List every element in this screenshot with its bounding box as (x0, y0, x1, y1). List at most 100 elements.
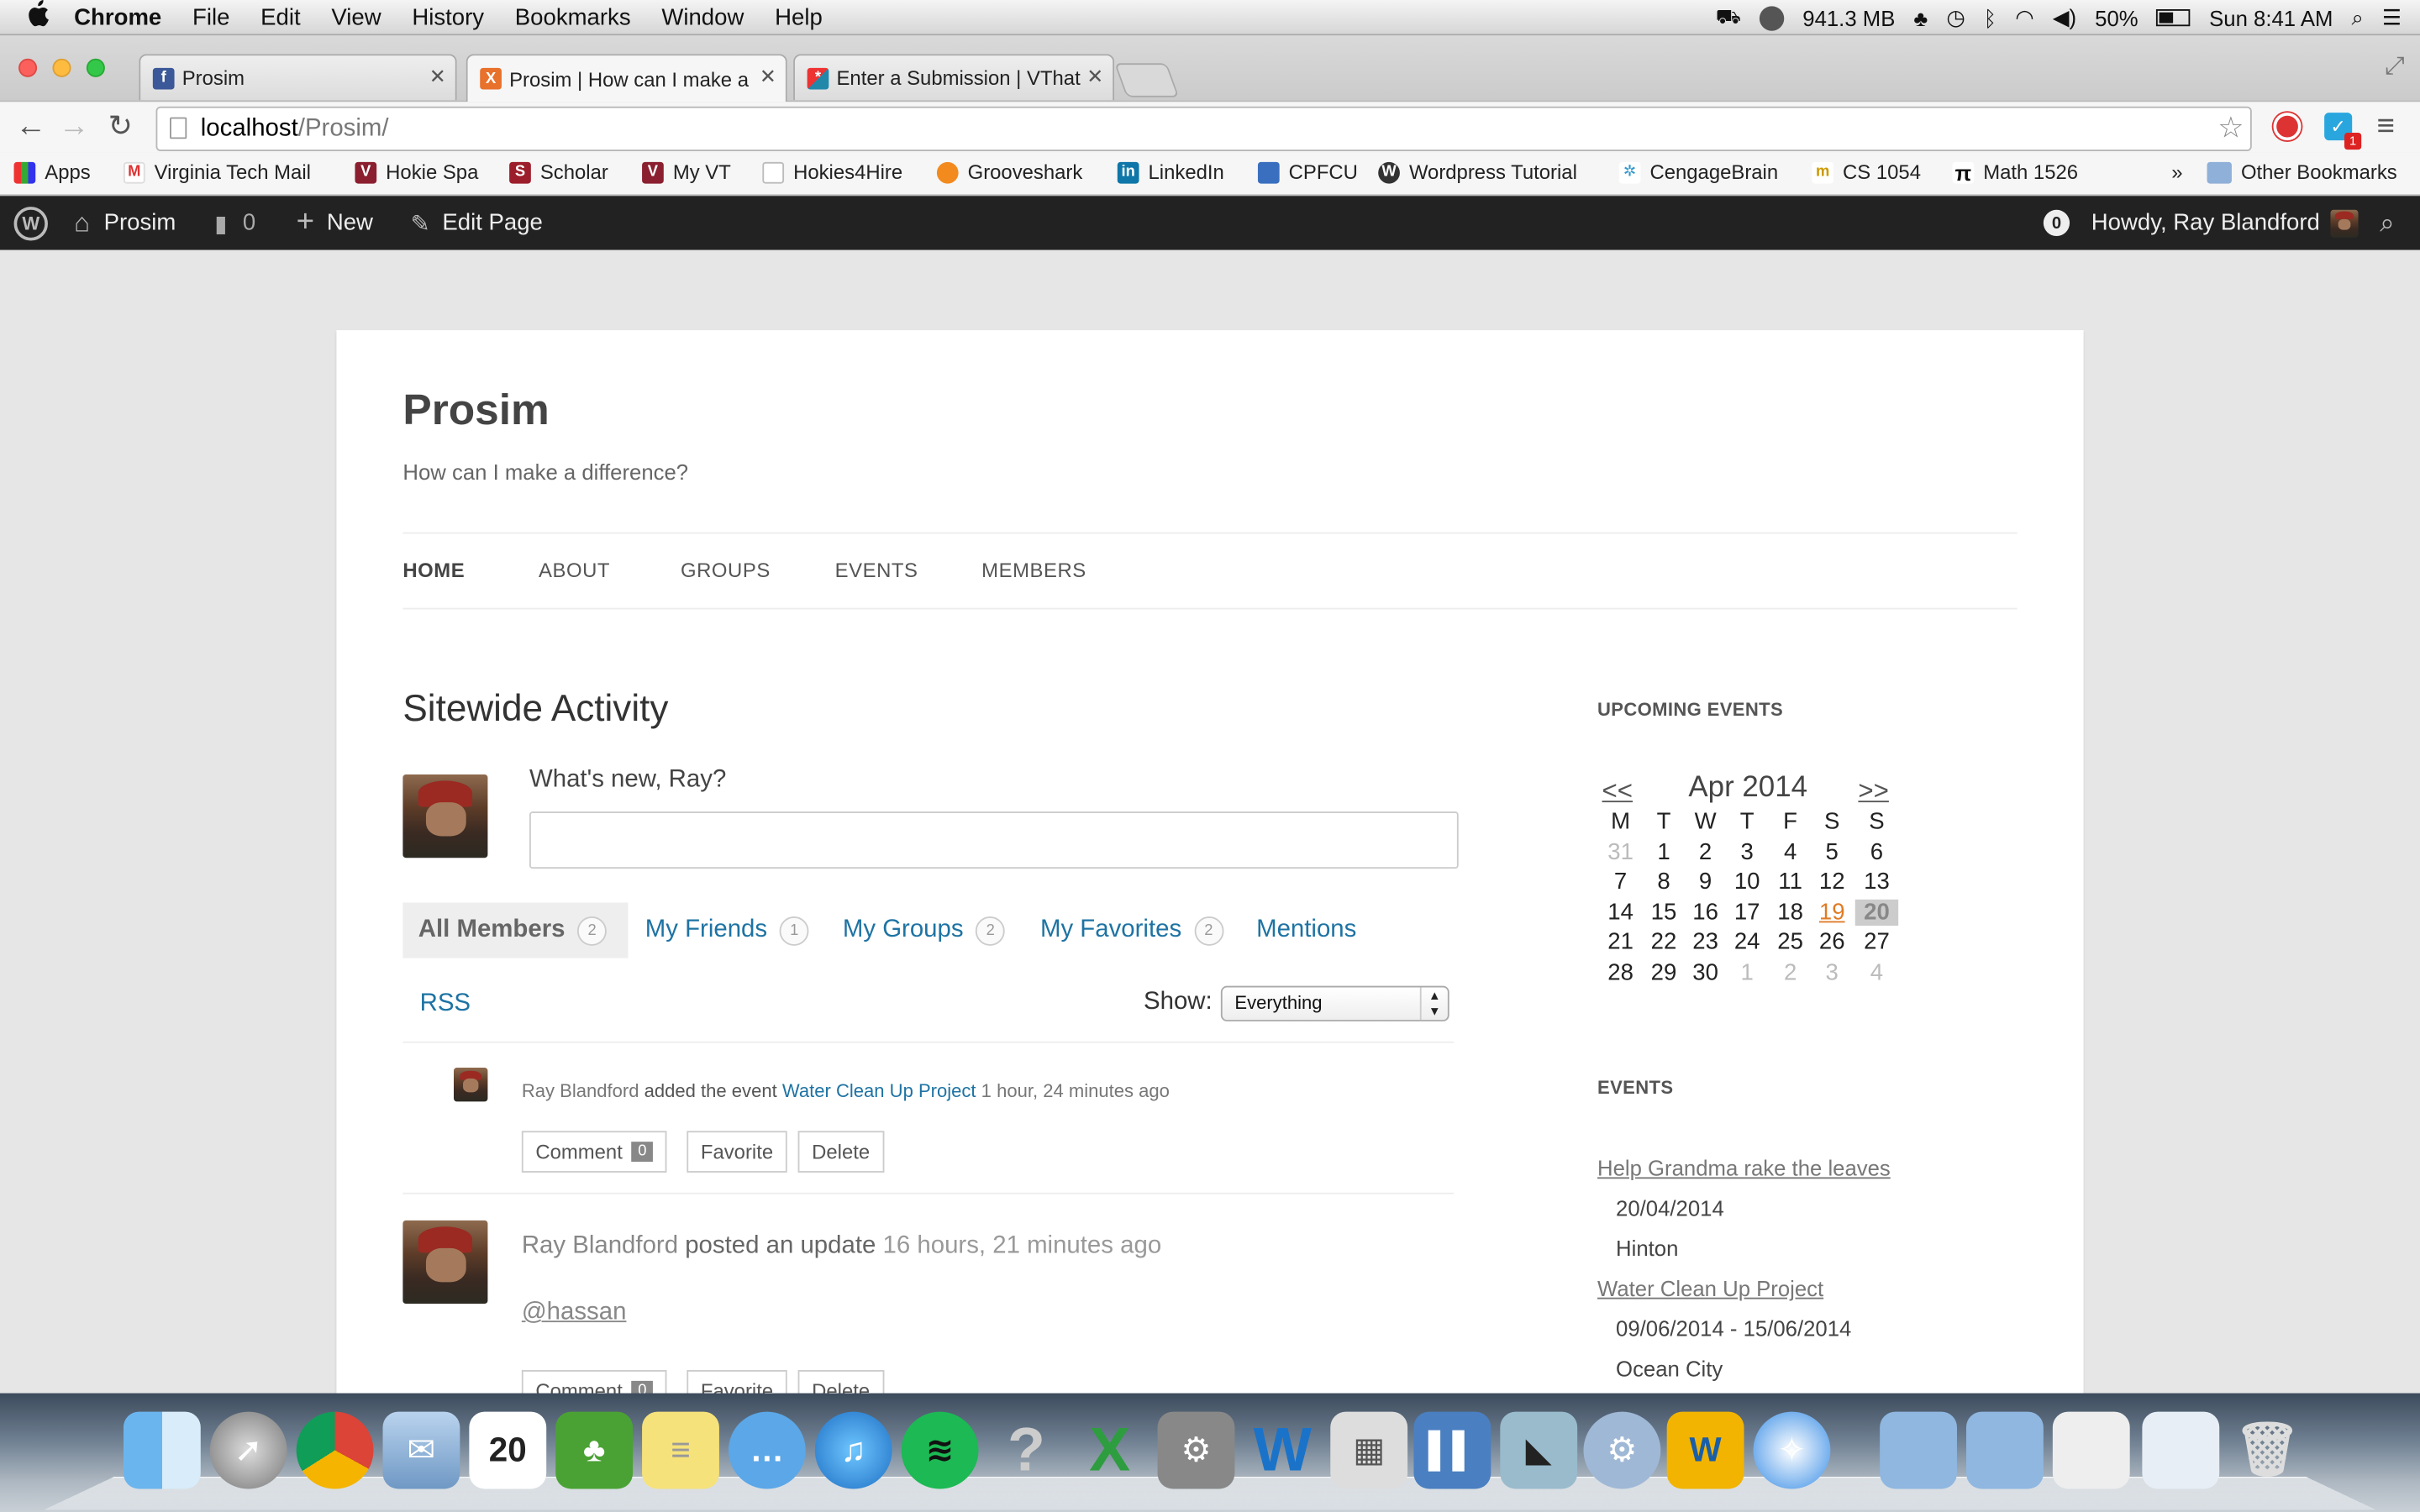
wp-comments-link[interactable]: ▮ 0 (214, 196, 255, 249)
fullscreen-icon[interactable]: ⤢ (2385, 54, 2405, 81)
itunes-icon[interactable]: ♫ (814, 1411, 892, 1489)
reload-icon[interactable]: ↻ (108, 109, 133, 144)
notes-icon[interactable]: ≡ (642, 1411, 719, 1489)
memory-readout[interactable]: 941.3 MB (1802, 5, 1895, 29)
bookmark-cengagebrain[interactable]: ✲ CengageBrain (1618, 160, 1778, 184)
window-close-button[interactable] (18, 58, 38, 77)
tab-close-icon[interactable]: ✕ (760, 65, 776, 89)
delete-button[interactable]: Delete (797, 1131, 884, 1173)
trash-icon[interactable]: 🗑 (2228, 1412, 2306, 1489)
battery-percent[interactable]: 50% (2095, 5, 2138, 29)
address-bar[interactable]: localhost/Prosim/ ☆ (155, 106, 2252, 151)
bookmark-virginia-tech-mail[interactable]: M Virginia Tech Mail (123, 160, 311, 184)
truck-icon[interactable]: ⛟ (1716, 4, 1741, 32)
nav-members[interactable]: MEMBERS (981, 559, 1086, 582)
bookmark-other-bookmarks[interactable]: Other Bookmarks (2207, 160, 2397, 184)
chrome-menu-icon[interactable]: ≡ (2377, 109, 2395, 144)
menu-bookmarks[interactable]: Bookmarks (515, 4, 631, 30)
menu-file[interactable]: File (192, 4, 229, 30)
event-link[interactable]: Water Clean Up Project (1597, 1276, 1823, 1300)
bookmark-grooveshark[interactable]: Grooveshark (936, 160, 1082, 184)
wp-edit-page-link[interactable]: ✎ Edit Page (411, 196, 543, 249)
evernote-icon[interactable]: ♣ (555, 1411, 634, 1489)
downloads-stack-icon[interactable] (2052, 1411, 2130, 1489)
word-icon[interactable]: W (1244, 1412, 1321, 1489)
nav-about[interactable]: ABOUT (539, 559, 610, 582)
notification-center-icon[interactable]: ☰ (2382, 5, 2402, 31)
calendar-icon[interactable]: 20 (469, 1411, 547, 1489)
bookmark-hokies4hire[interactable]: Hokies4Hire (762, 160, 902, 184)
comment-button[interactable]: Comment 0 (521, 1131, 667, 1173)
filter-all-members[interactable]: All Members 2 (402, 902, 629, 958)
cyberduck-icon[interactable]: ◣ (1500, 1411, 1578, 1489)
system-preferences-icon[interactable]: ⚙ (1157, 1411, 1235, 1489)
back-arrow-icon[interactable]: ← (15, 109, 46, 144)
window-zoom-button[interactable] (86, 58, 105, 77)
filter-my-groups[interactable]: My Groups 2 (843, 902, 1006, 958)
window-minimize-button[interactable] (52, 58, 71, 77)
nav-home[interactable]: HOME (402, 559, 465, 582)
volume-icon[interactable]: ◀) (2053, 5, 2076, 31)
bookmark-scholar[interactable]: S Scholar (509, 160, 608, 184)
event-link[interactable]: Help Grandma rake the leaves (1597, 1156, 1891, 1180)
menu-app-name[interactable]: Chrome (74, 4, 161, 30)
mail-icon[interactable]: ✉ (382, 1411, 460, 1489)
activity-avatar[interactable] (454, 1068, 488, 1102)
tab-close-icon[interactable]: ✕ (1086, 65, 1103, 89)
wp-my-account[interactable]: Howdy, Ray Blandford (2091, 196, 2359, 249)
preferences-gear-icon[interactable]: ⚙ (1583, 1411, 1661, 1489)
nav-groups[interactable]: GROUPS (681, 559, 771, 582)
forward-arrow-icon[interactable]: → (59, 109, 90, 144)
bookmark-my-vt[interactable]: V My VT (642, 160, 731, 184)
wp-new-content-link[interactable]: + New (297, 196, 373, 249)
bookmark-wordpress-tutorial[interactable]: W Wordpress Tutorial (1378, 160, 1577, 184)
activity-timestamp[interactable]: 1 hour, 24 minutes ago (976, 1080, 1170, 1102)
menu-edit[interactable]: Edit (260, 4, 300, 30)
user-avatar[interactable] (402, 774, 488, 858)
mention-link[interactable]: @hassan (522, 1299, 627, 1327)
wp-site-link[interactable]: ⌂ Prosim (74, 196, 176, 249)
spotify-icon[interactable]: ≋ (901, 1411, 979, 1489)
calendar-next-link[interactable]: >> (1858, 776, 1888, 807)
bookmark-hokie-spa[interactable]: V Hokie Spa (355, 160, 478, 184)
chrome-icon[interactable] (296, 1411, 374, 1489)
tab-prosim-active[interactable]: X Prosim | How can I make a ✕ (466, 54, 787, 102)
tab-vthat-submission[interactable]: * Enter a Submission | VThat ✕ (793, 54, 1115, 101)
activity-user-link[interactable]: Ray Blandford (522, 1233, 678, 1259)
bookmark-linkedin[interactable]: in LinkedIn (1117, 160, 1224, 184)
activity-timestamp[interactable]: 16 hours, 21 minutes ago (883, 1233, 1162, 1259)
activity-avatar[interactable] (402, 1220, 488, 1305)
rss-link[interactable]: RSS (420, 990, 471, 1018)
excel-icon[interactable]: X (1071, 1412, 1149, 1489)
wp-notifications[interactable]: 0 (2043, 196, 2070, 249)
finder-icon[interactable] (123, 1411, 201, 1489)
spotlight-search-icon[interactable]: ⌕ (2351, 5, 2363, 31)
question-mark-icon[interactable]: ? (988, 1412, 1065, 1489)
parallels-icon[interactable]: ▌▌ (1413, 1411, 1491, 1489)
filter-my-favorites[interactable]: My Favorites 2 (1040, 902, 1223, 958)
event-link[interactable]: Water Clean Up Project (782, 1080, 976, 1102)
menu-window[interactable]: Window (661, 4, 744, 30)
bookmark-star-icon[interactable]: ☆ (2217, 108, 2244, 150)
bookmark-cpfcu[interactable]: CPFCU (1257, 160, 1358, 184)
documents-folder-icon[interactable] (1966, 1411, 2044, 1489)
bookmarks-overflow-chevron[interactable]: » (2171, 160, 2182, 184)
filter-mentions[interactable]: Mentions (1256, 902, 1356, 958)
recent-files-stack-icon[interactable] (2142, 1411, 2220, 1489)
new-tab-button[interactable] (1114, 63, 1180, 97)
wordpress-app-icon[interactable]: W (1666, 1411, 1744, 1489)
bookmark-apps[interactable]: Apps (13, 160, 91, 184)
battery-icon[interactable] (2156, 9, 2191, 27)
wifi-icon[interactable]: ◠ (2015, 5, 2033, 31)
calculator-icon[interactable]: ▦ (1330, 1411, 1408, 1489)
bookmark-math-1526[interactable]: π Math 1526 (1952, 160, 2078, 184)
bookmark-cs-1054[interactable]: m CS 1054 (1812, 160, 1921, 184)
clock[interactable]: Sun 8:41 AM (2209, 5, 2333, 29)
whats-new-textarea[interactable] (529, 811, 1459, 869)
stop-hand-extension-icon[interactable] (2273, 113, 2302, 141)
wordpress-logo-icon[interactable]: W (13, 196, 48, 249)
filter-my-friends[interactable]: My Friends 1 (645, 902, 809, 958)
nav-events[interactable]: EVENTS (835, 559, 918, 582)
activity-user-link[interactable]: Ray Blandford (522, 1080, 639, 1102)
show-filter-select[interactable]: Everything ▲ ▼ (1220, 985, 1449, 1021)
